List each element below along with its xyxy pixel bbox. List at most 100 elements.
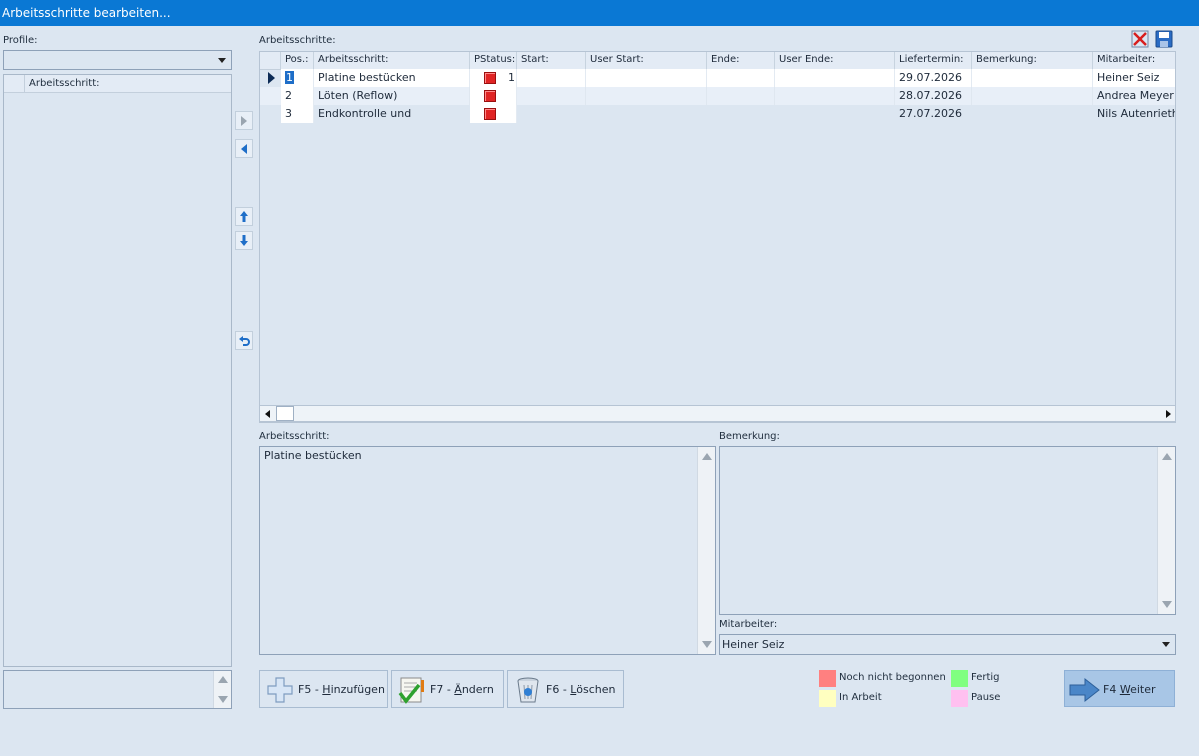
profile-steps-list[interactable]: Arbeitsschritt: <box>3 74 232 667</box>
cell-remark[interactable] <box>972 87 1093 105</box>
cell-user-end[interactable] <box>775 87 895 105</box>
list-header: Arbeitsschritt: <box>4 75 231 93</box>
row-indicator <box>260 105 281 123</box>
cell-user-start[interactable] <box>586 87 707 105</box>
header-pstatus[interactable]: PStatus: <box>470 52 517 69</box>
table-row[interactable]: 2 Löten (Reflow) 28.07.2026 Andrea Meyer <box>260 87 1175 105</box>
step-text: Platine bestücken <box>264 449 362 462</box>
header-user-end[interactable]: User Ende: <box>775 52 895 69</box>
employee-select[interactable]: Heiner Seiz <box>719 634 1176 655</box>
cell-end[interactable] <box>707 69 775 87</box>
chevron-down-icon[interactable] <box>1162 642 1170 647</box>
check-edit-icon <box>398 677 424 704</box>
add-button[interactable]: F5 - Hinzufügen <box>259 670 388 708</box>
profile-memo[interactable] <box>3 670 232 709</box>
status-indicator <box>484 72 496 84</box>
row-indicator <box>260 69 281 87</box>
cell-step[interactable]: Löten (Reflow) <box>314 87 470 105</box>
edit-button-label: F7 - Ändern <box>430 683 494 696</box>
cell-start[interactable] <box>517 105 586 123</box>
undo-icon <box>239 335 250 346</box>
save-button[interactable] <box>1155 30 1173 48</box>
cell-user-end[interactable] <box>775 69 895 87</box>
cell-start[interactable] <box>517 87 586 105</box>
scroll-up-icon[interactable] <box>702 453 712 460</box>
scroll-down-icon[interactable] <box>218 696 228 703</box>
steps-grid[interactable]: Pos.: Arbeitsschritt: PStatus: Start: Us… <box>259 51 1176 423</box>
cell-pstatus[interactable] <box>470 105 517 123</box>
cell-pstatus[interactable] <box>470 87 517 105</box>
legend-label-done: Fertig <box>971 672 1000 683</box>
header-start[interactable]: Start: <box>517 52 586 69</box>
cell-pstatus[interactable]: 1 <box>470 69 517 87</box>
header-remark[interactable]: Bemerkung: <box>972 52 1093 69</box>
next-button-label: F4 Weiter <box>1103 683 1156 696</box>
header-due[interactable]: Liefertermin: <box>895 52 972 69</box>
cell-due[interactable]: 29.07.2026 <box>895 69 972 87</box>
scroll-thumb[interactable] <box>276 406 294 421</box>
scroll-down-icon[interactable] <box>1162 601 1172 608</box>
cell-end[interactable] <box>707 105 775 123</box>
grid-header: Pos.: Arbeitsschritt: PStatus: Start: Us… <box>260 52 1175 70</box>
step-text-area[interactable]: Platine bestücken <box>259 446 716 655</box>
scroll-up-icon[interactable] <box>1162 453 1172 460</box>
remark-text-scrollbar[interactable] <box>1157 447 1175 614</box>
cell-pos[interactable]: 1 <box>281 69 314 87</box>
memo-scrollbar[interactable] <box>213 671 231 708</box>
scroll-down-icon[interactable] <box>702 641 712 648</box>
header-end[interactable]: Ende: <box>707 52 775 69</box>
remark-text-area[interactable] <box>719 446 1176 615</box>
grid-label: Arbeitsschritte: <box>259 35 336 46</box>
arrow-up-icon <box>240 211 248 222</box>
plus-icon <box>267 677 293 703</box>
row-indicator <box>260 87 281 105</box>
table-row[interactable]: 1 Platine bestücken 1 29.07.2026 Heiner … <box>260 69 1175 87</box>
cell-remark[interactable] <box>972 105 1093 123</box>
cell-start[interactable] <box>517 69 586 87</box>
close-red-x-icon <box>1131 30 1149 48</box>
undo-button[interactable] <box>235 331 253 350</box>
chevron-down-icon[interactable] <box>218 58 226 63</box>
delete-button[interactable]: F6 - Löschen <box>507 670 624 708</box>
header-user-start[interactable]: User Start: <box>586 52 707 69</box>
cell-pos[interactable]: 2 <box>281 87 314 105</box>
move-left-button[interactable] <box>235 139 253 158</box>
move-down-button[interactable] <box>235 231 253 250</box>
forward-arrow-icon <box>1069 677 1100 703</box>
cell-employee[interactable]: Andrea Meyer <box>1093 87 1175 105</box>
scroll-up-icon[interactable] <box>218 676 228 683</box>
step-text-scrollbar[interactable] <box>697 447 715 654</box>
header-employee[interactable]: Mitarbeiter: <box>1093 52 1175 69</box>
window-title: Arbeitsschritte bearbeiten... <box>2 6 171 20</box>
edit-button[interactable]: F7 - Ändern <box>391 670 504 708</box>
header-pos[interactable]: Pos.: <box>281 52 314 69</box>
cell-step[interactable]: Endkontrolle und <box>314 105 470 123</box>
cell-pos[interactable]: 3 <box>281 105 314 123</box>
scroll-right-icon[interactable] <box>1163 409 1173 419</box>
step-detail-label: Arbeitsschritt: <box>259 431 330 442</box>
profile-select[interactable] <box>3 50 232 70</box>
delete-button-label: F6 - Löschen <box>546 683 616 696</box>
next-button[interactable]: F4 Weiter <box>1064 670 1175 707</box>
cell-employee[interactable]: Nils Autenrieth <box>1093 105 1175 123</box>
cell-user-end[interactable] <box>775 105 895 123</box>
table-row[interactable]: 3 Endkontrolle und 27.07.2026 Nils Auten… <box>260 105 1175 123</box>
legend-label-pause: Pause <box>971 692 1001 703</box>
arrow-down-icon <box>240 235 248 246</box>
move-up-button[interactable] <box>235 207 253 226</box>
arrow-right-icon <box>241 115 247 126</box>
header-step[interactable]: Arbeitsschritt: <box>314 52 470 69</box>
cell-due[interactable]: 27.07.2026 <box>895 105 972 123</box>
cell-end[interactable] <box>707 87 775 105</box>
cell-remark[interactable] <box>972 69 1093 87</box>
delete-all-button[interactable] <box>1131 30 1149 48</box>
cell-step[interactable]: Platine bestücken <box>314 69 470 87</box>
move-right-button[interactable] <box>235 111 253 130</box>
cell-employee[interactable]: Heiner Seiz <box>1093 69 1175 87</box>
grid-horizontal-scrollbar[interactable] <box>259 405 1176 422</box>
scroll-left-icon[interactable] <box>263 409 273 419</box>
legend-swatch-not-started <box>819 670 836 687</box>
cell-user-start[interactable] <box>586 105 707 123</box>
cell-due[interactable]: 28.07.2026 <box>895 87 972 105</box>
cell-user-start[interactable] <box>586 69 707 87</box>
